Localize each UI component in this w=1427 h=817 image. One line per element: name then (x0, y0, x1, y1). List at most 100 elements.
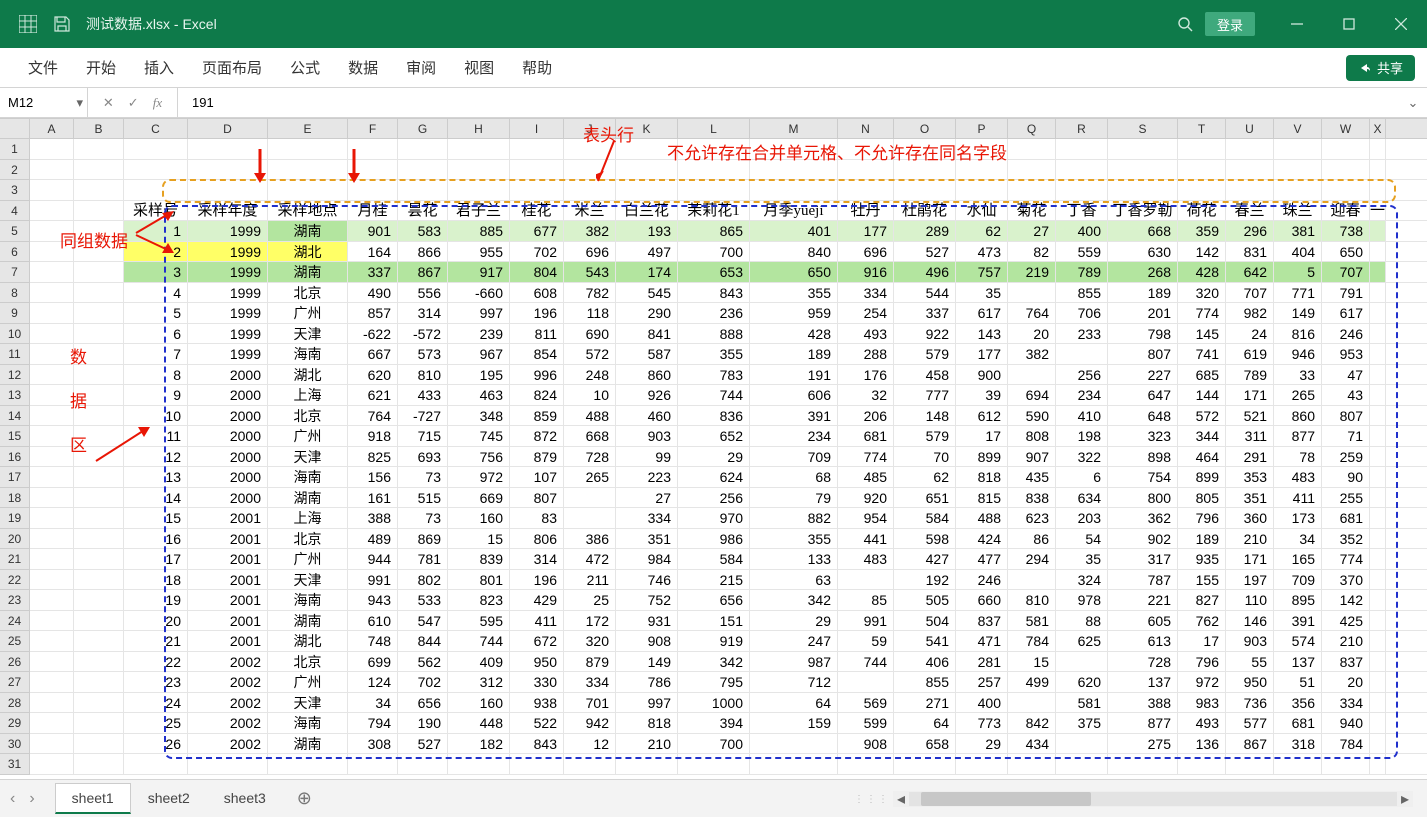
cell[interactable]: 579 (894, 426, 956, 446)
cell[interactable]: 786 (616, 672, 678, 692)
cell[interactable]: 22 (124, 652, 188, 672)
cell[interactable]: 米兰 (564, 201, 616, 221)
cell[interactable]: 808 (1008, 426, 1056, 446)
cell[interactable]: 650 (750, 262, 838, 282)
cell[interactable]: 922 (894, 324, 956, 344)
cell[interactable] (894, 180, 956, 200)
row-header[interactable]: 5 (0, 221, 29, 242)
cell[interactable]: 281 (956, 652, 1008, 672)
cell[interactable]: 355 (678, 344, 750, 364)
column-header[interactable]: K (616, 119, 678, 138)
cell[interactable] (1370, 590, 1386, 610)
cell[interactable]: 湖南 (268, 611, 348, 631)
cell[interactable]: 161 (348, 488, 398, 508)
scrollbar-thumb[interactable] (921, 792, 1091, 806)
cell[interactable]: 918 (348, 426, 398, 446)
cell[interactable]: 917 (448, 262, 510, 282)
cell[interactable] (30, 160, 74, 180)
cell[interactable] (74, 713, 124, 733)
cell[interactable] (616, 180, 678, 200)
cell[interactable] (30, 508, 74, 528)
cell[interactable]: 59 (838, 631, 894, 651)
cell[interactable] (30, 611, 74, 631)
cell[interactable] (30, 406, 74, 426)
row-header[interactable]: 8 (0, 283, 29, 304)
cell[interactable]: 湖北 (268, 365, 348, 385)
cell[interactable] (74, 242, 124, 262)
cell[interactable] (188, 139, 268, 159)
cell[interactable]: 189 (1108, 283, 1178, 303)
cell[interactable]: 706 (1056, 303, 1108, 323)
cell[interactable]: 620 (1056, 672, 1108, 692)
cell[interactable]: 47 (1322, 365, 1370, 385)
cell[interactable]: 756 (448, 447, 510, 467)
cell[interactable]: 324 (1056, 570, 1108, 590)
cell[interactable]: 827 (1178, 590, 1226, 610)
cell[interactable]: 318 (1274, 734, 1322, 754)
cell[interactable]: 迎春 (1322, 201, 1370, 221)
cell[interactable]: 15 (1008, 652, 1056, 672)
cell[interactable] (750, 180, 838, 200)
cell[interactable]: 265 (1274, 385, 1322, 405)
cell[interactable]: 360 (1226, 508, 1274, 528)
spreadsheet-grid[interactable]: ABCDEFGHIJKLMNOPQRSTUVWX 123456789101112… (0, 118, 1427, 779)
cell[interactable]: 193 (616, 221, 678, 241)
cell[interactable]: 水仙 (956, 201, 1008, 221)
cell[interactable]: 497 (616, 242, 678, 262)
cell[interactable]: 391 (750, 406, 838, 426)
cell[interactable]: 572 (1178, 406, 1226, 426)
cell[interactable]: 916 (838, 262, 894, 282)
cell[interactable]: 505 (894, 590, 956, 610)
cell[interactable] (750, 160, 838, 180)
cell[interactable] (74, 385, 124, 405)
cell[interactable] (448, 180, 510, 200)
cell[interactable]: 29 (956, 734, 1008, 754)
cell[interactable]: 197 (1226, 570, 1274, 590)
cell[interactable]: 189 (1178, 529, 1226, 549)
cell[interactable] (30, 221, 74, 241)
cell[interactable]: 882 (750, 508, 838, 528)
cell[interactable]: 198 (1056, 426, 1108, 446)
cell[interactable]: 943 (348, 590, 398, 610)
cell[interactable]: 997 (448, 303, 510, 323)
sheet-prev-icon[interactable]: ‹ (10, 790, 15, 808)
cell[interactable]: 107 (510, 467, 564, 487)
column-header[interactable]: T (1178, 119, 1226, 138)
cell[interactable] (1370, 262, 1386, 282)
cell[interactable]: 1999 (188, 283, 268, 303)
cell[interactable]: 2000 (188, 488, 268, 508)
cell[interactable]: 493 (838, 324, 894, 344)
cell[interactable]: 748 (348, 631, 398, 651)
cell[interactable]: 176 (838, 365, 894, 385)
cell[interactable]: 935 (1178, 549, 1226, 569)
cell[interactable]: 944 (348, 549, 398, 569)
cell[interactable]: 424 (956, 529, 1008, 549)
cell[interactable]: 195 (448, 365, 510, 385)
cell[interactable] (30, 426, 74, 446)
cell[interactable]: 811 (510, 324, 564, 344)
grip-icon[interactable]: ⋮⋮⋮ (854, 794, 890, 805)
cell[interactable] (268, 180, 348, 200)
cell[interactable]: 143 (956, 324, 1008, 344)
cell[interactable]: 353 (1226, 467, 1274, 487)
cell[interactable]: 496 (894, 262, 956, 282)
row-header[interactable]: 19 (0, 508, 29, 529)
cell[interactable] (564, 180, 616, 200)
cell[interactable] (750, 754, 838, 774)
cell[interactable]: 246 (956, 570, 1008, 590)
cell[interactable] (1008, 365, 1056, 385)
cell[interactable]: 144 (1178, 385, 1226, 405)
cell[interactable]: 2000 (188, 406, 268, 426)
cell[interactable]: 天津 (268, 447, 348, 467)
cell[interactable]: 771 (1274, 283, 1322, 303)
cell[interactable] (1008, 754, 1056, 774)
column-header[interactable]: M (750, 119, 838, 138)
cell[interactable]: 807 (1322, 406, 1370, 426)
cell[interactable]: 669 (448, 488, 510, 508)
cell[interactable]: 155 (1178, 570, 1226, 590)
cell[interactable] (1008, 570, 1056, 590)
cell[interactable]: 146 (1226, 611, 1274, 631)
column-header[interactable]: F (348, 119, 398, 138)
cell[interactable]: 796 (1178, 508, 1226, 528)
cell[interactable] (1108, 180, 1178, 200)
